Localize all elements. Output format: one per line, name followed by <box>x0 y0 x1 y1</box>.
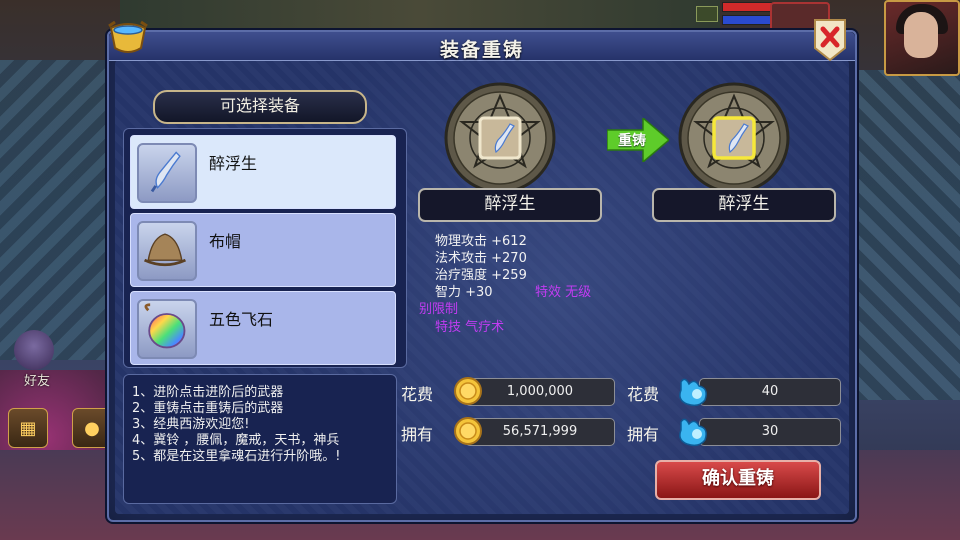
stat-special-effect: 特效 无级 <box>535 285 592 300</box>
close-button[interactable] <box>811 18 849 62</box>
chat-preview <box>6 470 110 510</box>
soul-own-value: 30 <box>699 418 841 446</box>
gold-cost-label: 花费 <box>401 385 434 404</box>
hud-mail-icon[interactable] <box>696 6 718 22</box>
chat-bubble-icon: ▦ <box>19 417 37 439</box>
equipment-item-1[interactable]: 醉浮生 <box>130 135 396 209</box>
reforge-arrow-label: 重铸 <box>618 133 646 149</box>
source-equipment-slot[interactable] <box>444 82 556 194</box>
item-slot <box>137 221 197 281</box>
chat-button[interactable]: ▦ <box>8 408 48 448</box>
equipment-name: 布帽 <box>209 232 242 251</box>
soul-cost-label: 花费 <box>627 385 660 404</box>
gold-cost-value: 1,000,000 <box>465 378 615 406</box>
stat-special-skill: 特技 气疗术 <box>435 320 505 335</box>
cauldron-icon <box>108 20 148 53</box>
microphone-icon: ● <box>84 417 100 439</box>
confirm-reforge-button[interactable]: 确认重铸 <box>655 460 821 500</box>
item-slot <box>137 299 197 359</box>
equipment-item-2[interactable]: 布帽 <box>130 213 396 287</box>
soul-stone-icon <box>679 418 707 447</box>
soul-stone-icon <box>679 378 707 407</box>
source-equipment-name: 醉浮生 <box>418 188 602 222</box>
item-slot <box>137 143 197 203</box>
scene-roof-right <box>840 70 960 400</box>
gold-coin-icon <box>454 377 482 405</box>
gold-coin-icon <box>454 417 482 445</box>
scene-roof-left <box>0 60 120 360</box>
avatar-face <box>904 12 938 58</box>
friend-avatar-icon[interactable] <box>14 330 54 370</box>
friend-label[interactable]: 好友 <box>24 370 50 389</box>
voice-button[interactable]: ● <box>72 408 112 448</box>
equipment-name: 五色飞石 <box>209 310 274 329</box>
reforge-dialog: 装备重铸 可选择装备 醉浮生 布帽 五色飞石 1、进阶点击进阶后的武器 2、重铸… <box>107 19 857 522</box>
equipment-item-3[interactable]: 五色飞石 <box>130 291 396 365</box>
dialog-title: 装备重铸 <box>439 39 524 61</box>
gold-own-value: 56,571,999 <box>465 418 615 446</box>
equipment-list-header: 可选择装备 <box>153 90 367 124</box>
player-avatar[interactable] <box>884 0 960 76</box>
gold-own-label: 拥有 <box>401 425 434 444</box>
cloth-hat-icon <box>143 233 187 267</box>
blade-icon <box>150 151 181 193</box>
info-line: 5、都是在这里拿魂石进行升阶哦。! <box>132 449 341 464</box>
target-equipment-name: 醉浮生 <box>652 188 836 222</box>
soul-cost-value: 40 <box>699 378 841 406</box>
equipment-name: 醉浮生 <box>209 154 258 173</box>
target-equipment-slot[interactable] <box>678 82 790 194</box>
info-panel: 1、进阶点击进阶后的武器 2、重铸点击重铸后的武器 3、经典西游欢迎您! 4、冀… <box>123 374 397 504</box>
dialog-title-bar: 装备重铸 <box>109 32 855 61</box>
stat-special-effect-wrap: 别限制 <box>419 302 459 317</box>
soul-own-label: 拥有 <box>627 425 660 444</box>
equipment-list: 醉浮生 布帽 五色飞石 <box>123 128 407 368</box>
rainbow-stone-icon <box>144 303 186 349</box>
